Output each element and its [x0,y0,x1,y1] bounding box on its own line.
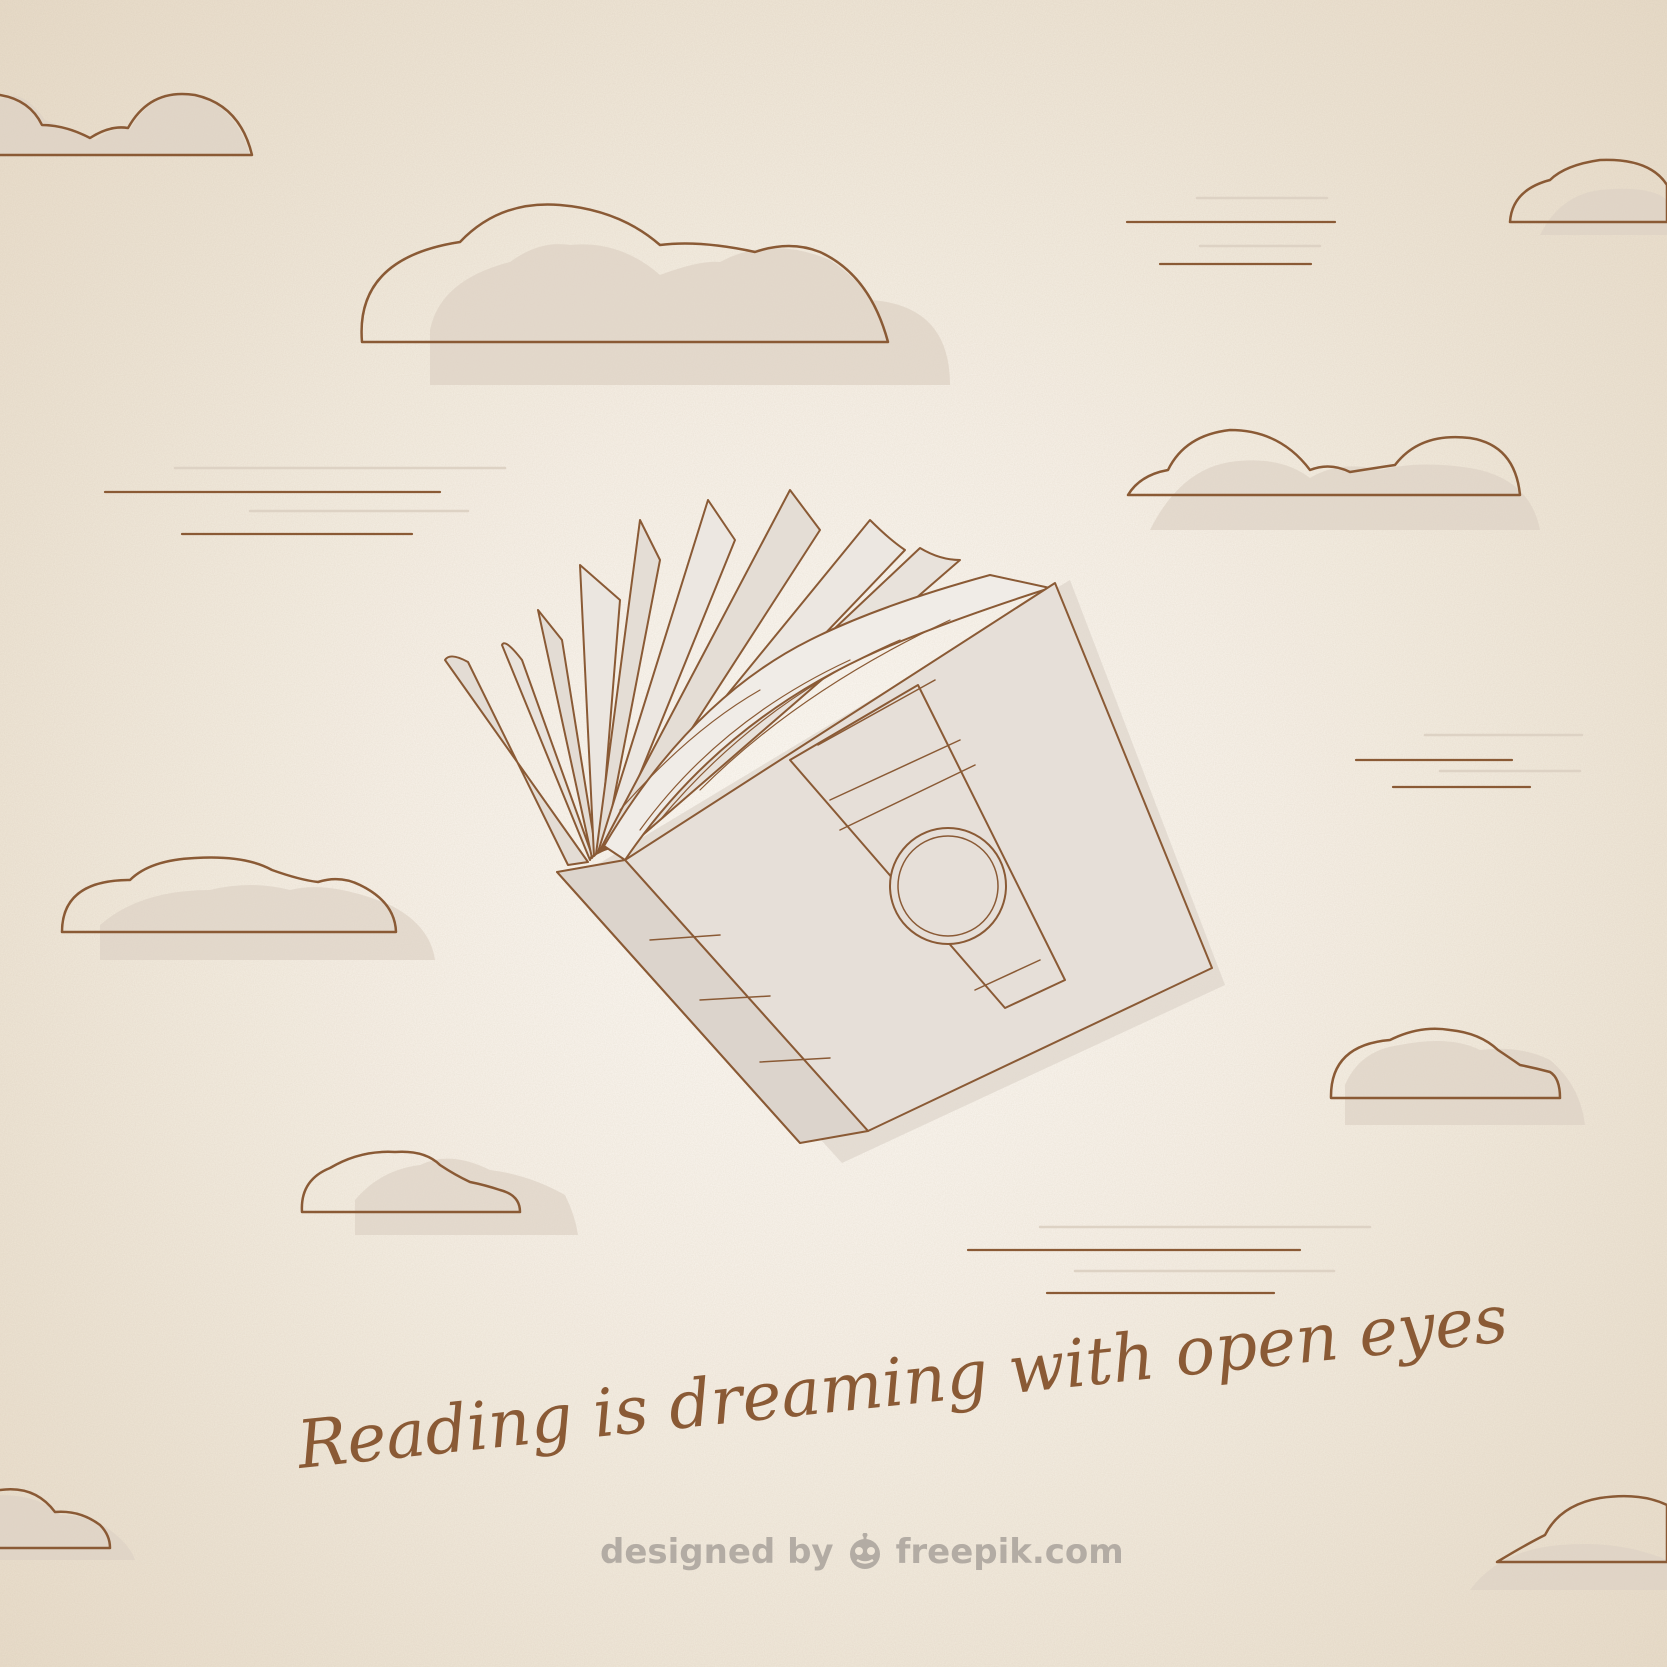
quote-text: Reading is dreaming with open eyes [293,1280,1512,1484]
credit-line: designed by freepik.com [600,1532,1124,1572]
credit-brand: freepik.com [895,1532,1124,1572]
quote-area: Reading is dreaming with open eyes [293,1280,1512,1484]
credit-prefix: designed by [600,1532,834,1572]
freepik-logo-icon [849,1533,880,1569]
illustration-canvas: Reading is dreaming with open eyes desig… [0,0,1667,1667]
